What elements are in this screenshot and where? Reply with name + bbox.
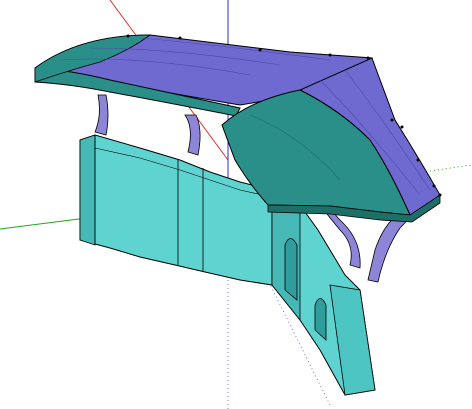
model-scene[interactable] [0,0,472,409]
roof-bracket [184,114,201,156]
arched-window [284,238,298,301]
roof-bracket [94,94,109,136]
curved-wall-shade [79,134,96,246]
3d-viewport[interactable] [0,0,472,409]
